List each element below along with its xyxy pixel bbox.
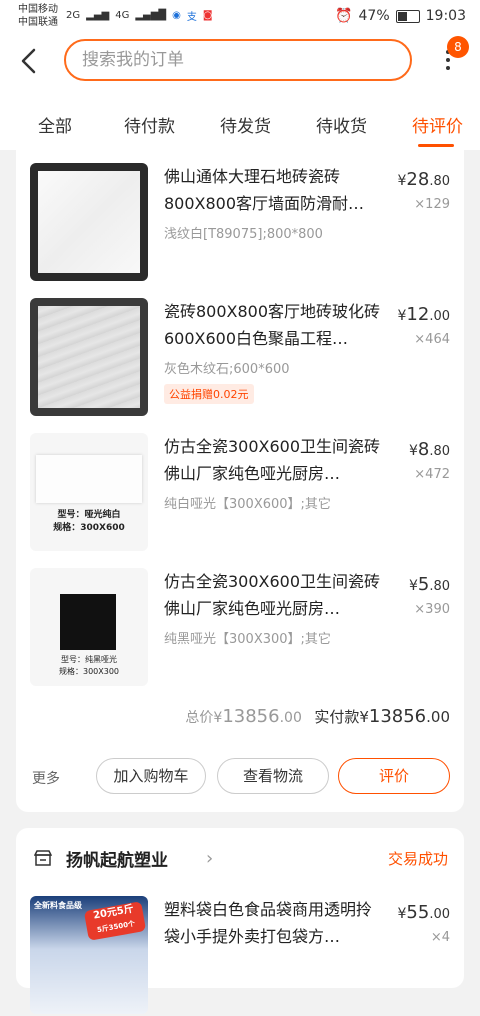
clock: 19:03 [425,8,466,24]
order-item[interactable]: 瓷砖800X800客厅地砖玻化砖600X600白色聚晶工程… 灰色木纹石;600… [16,298,464,418]
app-icon: ◉ [172,10,181,21]
product-price: ¥28.80 [397,169,450,190]
battery-percent: 47% [358,8,390,24]
product-spec: 浅纹白[T89075];800*800 [164,227,323,242]
total-label: 总价 [185,710,214,726]
total-value: 13856 [222,706,280,727]
charity-tag: 公益捐赠0.02元 [164,384,254,404]
product-title: 瓷砖800X800客厅地砖玻化砖600X600白色聚晶工程… [164,302,381,348]
product-thumbnail: 型号：哑光纯白 规格：300X600 [30,433,148,551]
product-title: 仿古全瓷300X600卫生间瓷砖佛山厂家纯色哑光厨房… [164,437,381,483]
shop-icon [34,850,52,866]
product-quantity: ×472 [414,467,450,482]
product-price: ¥5.80 [408,574,450,595]
product-spec: 灰色木纹石;600*600 [164,362,290,377]
more-dot-icon [446,66,450,70]
more-actions-link[interactable]: 更多 [32,768,60,788]
promo-badge: 20元5斤 5斤3500个 [83,901,147,941]
more-dot-icon [446,58,450,62]
product-price: ¥12.00 [397,304,450,325]
order-item[interactable]: 型号：纯黑哑光 规格：300X300 仿古全瓷300X600卫生间瓷砖佛山厂家纯… [16,568,464,688]
view-logistics-button[interactable]: 查看物流 [217,758,329,794]
product-spec: 纯白哑光【300X600】;其它 [164,497,331,512]
product-price: ¥55.00 [397,902,450,923]
alipay-icon: 支 [186,12,197,23]
thumb-size-label: 规格：300X300 [58,667,120,676]
product-title: 仿古全瓷300X600卫生间瓷砖佛山厂家纯色哑光厨房… [164,572,381,618]
status-right: ⏰ 47% 19:03 [335,8,466,24]
product-thumbnail: 全新料食品级 20元5斤 5斤3500个 [30,896,148,1014]
product-thumbnail [30,163,148,281]
signal-icon: ▂▄▆ [86,10,110,21]
carrier-1: 中国移动 [18,4,58,15]
status-bar: 中国移动 中国联通 2G ▂▄▆ 4G ▂▄▆█ ◉ 支 ◙ ⏰ 47% 19:… [0,0,480,34]
network-icons: 2G ▂▄▆ 4G ▂▄▆█ ◉ 支 ◙ [66,8,213,23]
message-badge: 8 [447,36,469,58]
product-thumbnail [30,298,148,416]
carrier-2: 中国联通 [18,17,58,28]
tab-pending-review[interactable]: 待评价 [412,112,463,137]
network-1: 2G [66,10,81,21]
tab-underline [418,144,454,147]
order-actions: 更多 加入购物车 查看物流 评价 [16,756,464,798]
review-button[interactable]: 评价 [338,758,450,794]
tab-all[interactable]: 全部 [38,112,72,137]
chevron-right-icon: › [206,848,214,869]
shop-header[interactable]: 扬帆起航塑业 › 交易成功 [16,828,464,888]
back-button[interactable] [14,44,46,78]
tab-pending-payment[interactable]: 待付款 [124,112,175,137]
search-input[interactable]: 搜索我的订单 [64,39,412,81]
order-card: 佛山通体大理石地砖瓷砖800X800客厅墙面防滑耐… 浅纹白[T89075];8… [16,150,464,812]
shop-name[interactable]: 扬帆起航塑业 [66,846,168,871]
product-quantity: ×464 [414,332,450,347]
order-status: 交易成功 [387,850,448,868]
alarm-icon: ⏰ [335,8,353,24]
tab-pending-receipt[interactable]: 待收货 [316,112,367,137]
order-item[interactable]: 型号：哑光纯白 规格：300X600 仿古全瓷300X600卫生间瓷砖佛山厂家纯… [16,433,464,553]
order-total: 总价¥13856.00 实付款¥13856.00 [185,706,450,727]
product-price: ¥8.80 [408,439,450,460]
paid-amount: 实付款¥13856.00 [314,706,450,727]
product-thumbnail: 型号：纯黑哑光 规格：300X300 [30,568,148,686]
back-arrow-icon [21,48,36,74]
product-quantity: ×390 [414,602,450,617]
order-tabs: 全部 待付款 待发货 待收货 待评价 [0,90,480,150]
order-item[interactable]: 全新料食品级 20元5斤 5斤3500个 塑料袋白色食品袋商用透明拎袋小手提外卖… [16,896,464,1016]
tab-pending-shipment[interactable]: 待发货 [220,112,271,137]
thumb-size-label: 规格：300X600 [53,523,125,533]
product-quantity: ×4 [430,930,450,945]
thumb-label: 全新料食品级 [34,901,82,910]
signal-icon-2: ▂▄▆█ [135,10,167,21]
order-item[interactable]: 佛山通体大理石地砖瓷砖800X800客厅墙面防滑耐… 浅纹白[T89075];8… [16,163,464,283]
thumb-model-label: 型号：纯黑哑光 [61,655,117,664]
product-title: 塑料袋白色食品袋商用透明拎袋小手提外卖打包袋方… [164,900,373,946]
battery-icon [395,9,420,23]
taobao-icon: ◙ [202,10,213,21]
add-to-cart-button[interactable]: 加入购物车 [96,758,206,794]
network-2: 4G [115,10,130,21]
product-quantity: ×129 [414,197,450,212]
thumb-model-label: 型号：哑光纯白 [57,510,121,520]
carrier-info: 中国移动 中国联通 [18,3,58,29]
product-title: 佛山通体大理石地砖瓷砖800X800客厅墙面防滑耐… [164,167,365,213]
header: 搜索我的订单 8 [0,34,480,90]
product-spec: 纯黑哑光【300X300】;其它 [164,632,331,647]
order-card: 扬帆起航塑业 › 交易成功 全新料食品级 20元5斤 5斤3500个 塑料袋白色… [16,828,464,1014]
